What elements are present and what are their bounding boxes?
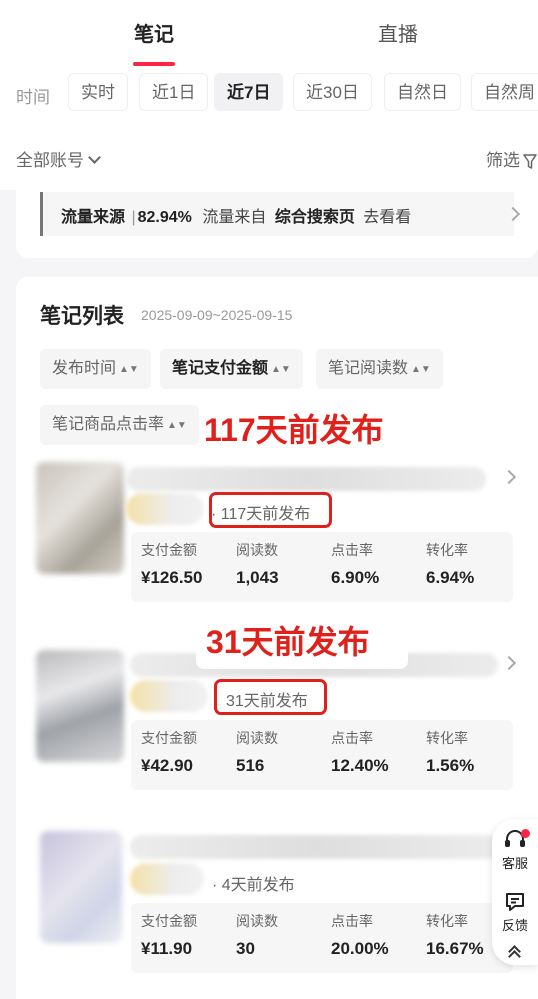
traffic-source-label: 流量来源 bbox=[61, 209, 126, 226]
note-title-blurred bbox=[130, 835, 500, 859]
metric-pay: ¥11.90 bbox=[141, 939, 193, 958]
time-option-natural-week[interactable]: 自然周 bbox=[471, 73, 538, 111]
customer-service-label: 客服 bbox=[501, 856, 528, 871]
feedback-icon bbox=[506, 893, 524, 911]
metric-cvr: 1.56% bbox=[426, 756, 475, 775]
annotation-31-days: 31天前发布 bbox=[206, 624, 370, 660]
customer-service-button[interactable]: 客服 bbox=[492, 829, 538, 872]
tab-live[interactable]: 直播 bbox=[378, 18, 418, 47]
metric-reads: 516 bbox=[236, 756, 265, 775]
annotation-117-days: 117天前发布 bbox=[204, 412, 384, 448]
metric-label-cvr: 转化率 bbox=[426, 913, 468, 929]
note-list-item[interactable]: · 4天前发布 支付金额 ¥11.90 阅读数 30 点击率 20.00% 转化率 16… bbox=[16, 831, 538, 991]
metric-cvr: 6.94% bbox=[426, 568, 475, 587]
traffic-source-text: 流量来源 | 82.94% 流量来自 综合搜索页 去看看 bbox=[61, 209, 412, 226]
time-filter-label: 时间 bbox=[16, 88, 50, 107]
tab-bar: 笔记 直播 bbox=[0, 18, 538, 66]
metric-label-ctr: 点击率 bbox=[331, 542, 373, 558]
metric-label-reads: 阅读数 bbox=[236, 730, 278, 746]
funnel-icon bbox=[523, 153, 537, 169]
note-thumbnail bbox=[36, 462, 124, 574]
sort-product-ctr[interactable]: 笔记商品点击率 ▲▼ bbox=[40, 405, 199, 445]
metric-label-cvr: 转化率 bbox=[426, 542, 468, 558]
metric-label-pay: 支付金额 bbox=[141, 730, 197, 746]
note-metrics: 支付金额 ¥126.50 阅读数 1,043 点击率 6.90% 转化率 6.94% bbox=[131, 532, 513, 602]
metric-label-reads: 阅读数 bbox=[236, 913, 278, 929]
note-metrics: 支付金额 ¥11.90 阅读数 30 点击率 20.00% 转化率 16.67% bbox=[131, 903, 513, 973]
time-option-natural-day[interactable]: 自然日 bbox=[384, 73, 461, 111]
sort-product-ctr-label: 笔记商品点击率 bbox=[52, 416, 165, 433]
sort-read-count[interactable]: 笔记阅读数 ▲▼ bbox=[316, 349, 443, 389]
note-list-title: 笔记列表 bbox=[40, 305, 124, 328]
chevron-right-icon bbox=[501, 469, 517, 485]
chevron-right-icon bbox=[505, 206, 521, 222]
metric-label-cvr: 转化率 bbox=[426, 730, 468, 746]
note-list-card: 笔记列表 2025-09-09~2025-09-15 发布时间 ▲▼ 笔记支付金额… bbox=[16, 277, 538, 999]
sort-arrows-icon: ▲▼ bbox=[271, 364, 291, 375]
note-account-blurred bbox=[130, 680, 208, 712]
metric-label-pay: 支付金额 bbox=[141, 913, 197, 929]
note-thumbnail bbox=[36, 650, 124, 762]
time-option-realtime[interactable]: 实时 bbox=[68, 73, 128, 111]
metric-ctr: 6.90% bbox=[331, 568, 380, 587]
metric-cvr: 16.67% bbox=[426, 939, 484, 958]
metric-label-reads: 阅读数 bbox=[236, 542, 278, 558]
metric-reads: 1,043 bbox=[236, 568, 279, 587]
sort-arrows-icon: ▲▼ bbox=[411, 364, 431, 375]
chevron-right-icon bbox=[501, 655, 517, 671]
time-option-7d[interactable]: 近7日 bbox=[214, 73, 284, 111]
sort-publish-time-label: 发布时间 bbox=[52, 360, 117, 377]
note-age-text: 4天前发布 bbox=[221, 877, 295, 894]
sort-pay-amount-label: 笔记支付金额 bbox=[172, 360, 269, 377]
note-account-blurred bbox=[130, 863, 204, 895]
time-option-30d[interactable]: 近30日 bbox=[293, 73, 372, 111]
floating-side-bar: 客服 反馈 bbox=[492, 819, 538, 965]
traffic-source-percent: 82.94% bbox=[137, 209, 192, 226]
chevron-down-icon bbox=[88, 151, 101, 164]
note-age: · 4天前发布 bbox=[212, 877, 295, 894]
sort-publish-time[interactable]: 发布时间 ▲▼ bbox=[40, 349, 151, 389]
annotation-box bbox=[209, 492, 332, 528]
traffic-source-name: 综合搜索页 bbox=[274, 209, 355, 226]
traffic-source-banner[interactable]: 流量来源 | 82.94% 流量来自 综合搜索页 去看看 bbox=[40, 192, 521, 236]
note-list-item[interactable]: · 117天前发布 支付金额 ¥126.50 阅读数 1,043 点击率 6.90% … bbox=[16, 462, 538, 622]
annotation-box bbox=[214, 679, 327, 715]
account-filter-row: 全部账号 筛选 bbox=[0, 146, 538, 172]
feedback-button[interactable]: 反馈 bbox=[492, 891, 538, 934]
metric-reads: 30 bbox=[236, 939, 255, 958]
sort-pay-amount[interactable]: 笔记支付金额 ▲▼ bbox=[160, 349, 303, 389]
account-dropdown[interactable]: 全部账号 bbox=[16, 146, 101, 171]
note-thumbnail bbox=[40, 831, 122, 943]
note-account-blurred bbox=[126, 493, 204, 525]
traffic-action-link[interactable]: 去看看 bbox=[363, 209, 411, 226]
note-metrics: 支付金额 ¥42.90 阅读数 516 点击率 12.40% 转化率 1.56% bbox=[131, 720, 513, 790]
note-list-item[interactable]: 31天前发布 支付金额 ¥42.90 阅读数 516 点击率 12.40% 转化率 1.… bbox=[16, 650, 538, 810]
sort-arrows-icon: ▲▼ bbox=[167, 420, 187, 431]
metric-pay: ¥42.90 bbox=[141, 756, 193, 775]
metric-ctr: 12.40% bbox=[331, 756, 389, 775]
note-list-date-range: 2025-09-09~2025-09-15 bbox=[141, 307, 293, 323]
filter-button[interactable]: 筛选 bbox=[486, 146, 537, 171]
header: 笔记 直播 时间 实时 近1日 近7日 近30日 自然日 自然周 全部账号 筛选 bbox=[0, 0, 538, 190]
time-filter-row: 时间 实时 近1日 近7日 近30日 自然日 自然周 bbox=[0, 73, 538, 113]
metric-label-ctr: 点击率 bbox=[331, 730, 373, 746]
metric-pay: ¥126.50 bbox=[141, 568, 203, 587]
traffic-from-text: 流量来自 bbox=[202, 209, 267, 226]
account-dropdown-label: 全部账号 bbox=[16, 151, 84, 170]
traffic-card: 流量来源 | 82.94% 流量来自 综合搜索页 去看看 bbox=[16, 185, 538, 258]
metric-label-pay: 支付金额 bbox=[141, 542, 197, 558]
tab-notes[interactable]: 笔记 bbox=[134, 18, 174, 47]
note-title-blurred bbox=[126, 467, 486, 491]
notification-dot bbox=[521, 829, 530, 838]
time-option-1d[interactable]: 近1日 bbox=[139, 73, 209, 111]
sort-arrows-icon: ▲▼ bbox=[119, 364, 139, 375]
tab-active-indicator bbox=[133, 62, 175, 66]
metric-label-ctr: 点击率 bbox=[331, 913, 373, 929]
feedback-label: 反馈 bbox=[501, 918, 528, 933]
metric-ctr: 20.00% bbox=[331, 939, 389, 958]
filter-button-label: 筛选 bbox=[486, 151, 520, 170]
sort-read-count-label: 笔记阅读数 bbox=[328, 360, 409, 377]
